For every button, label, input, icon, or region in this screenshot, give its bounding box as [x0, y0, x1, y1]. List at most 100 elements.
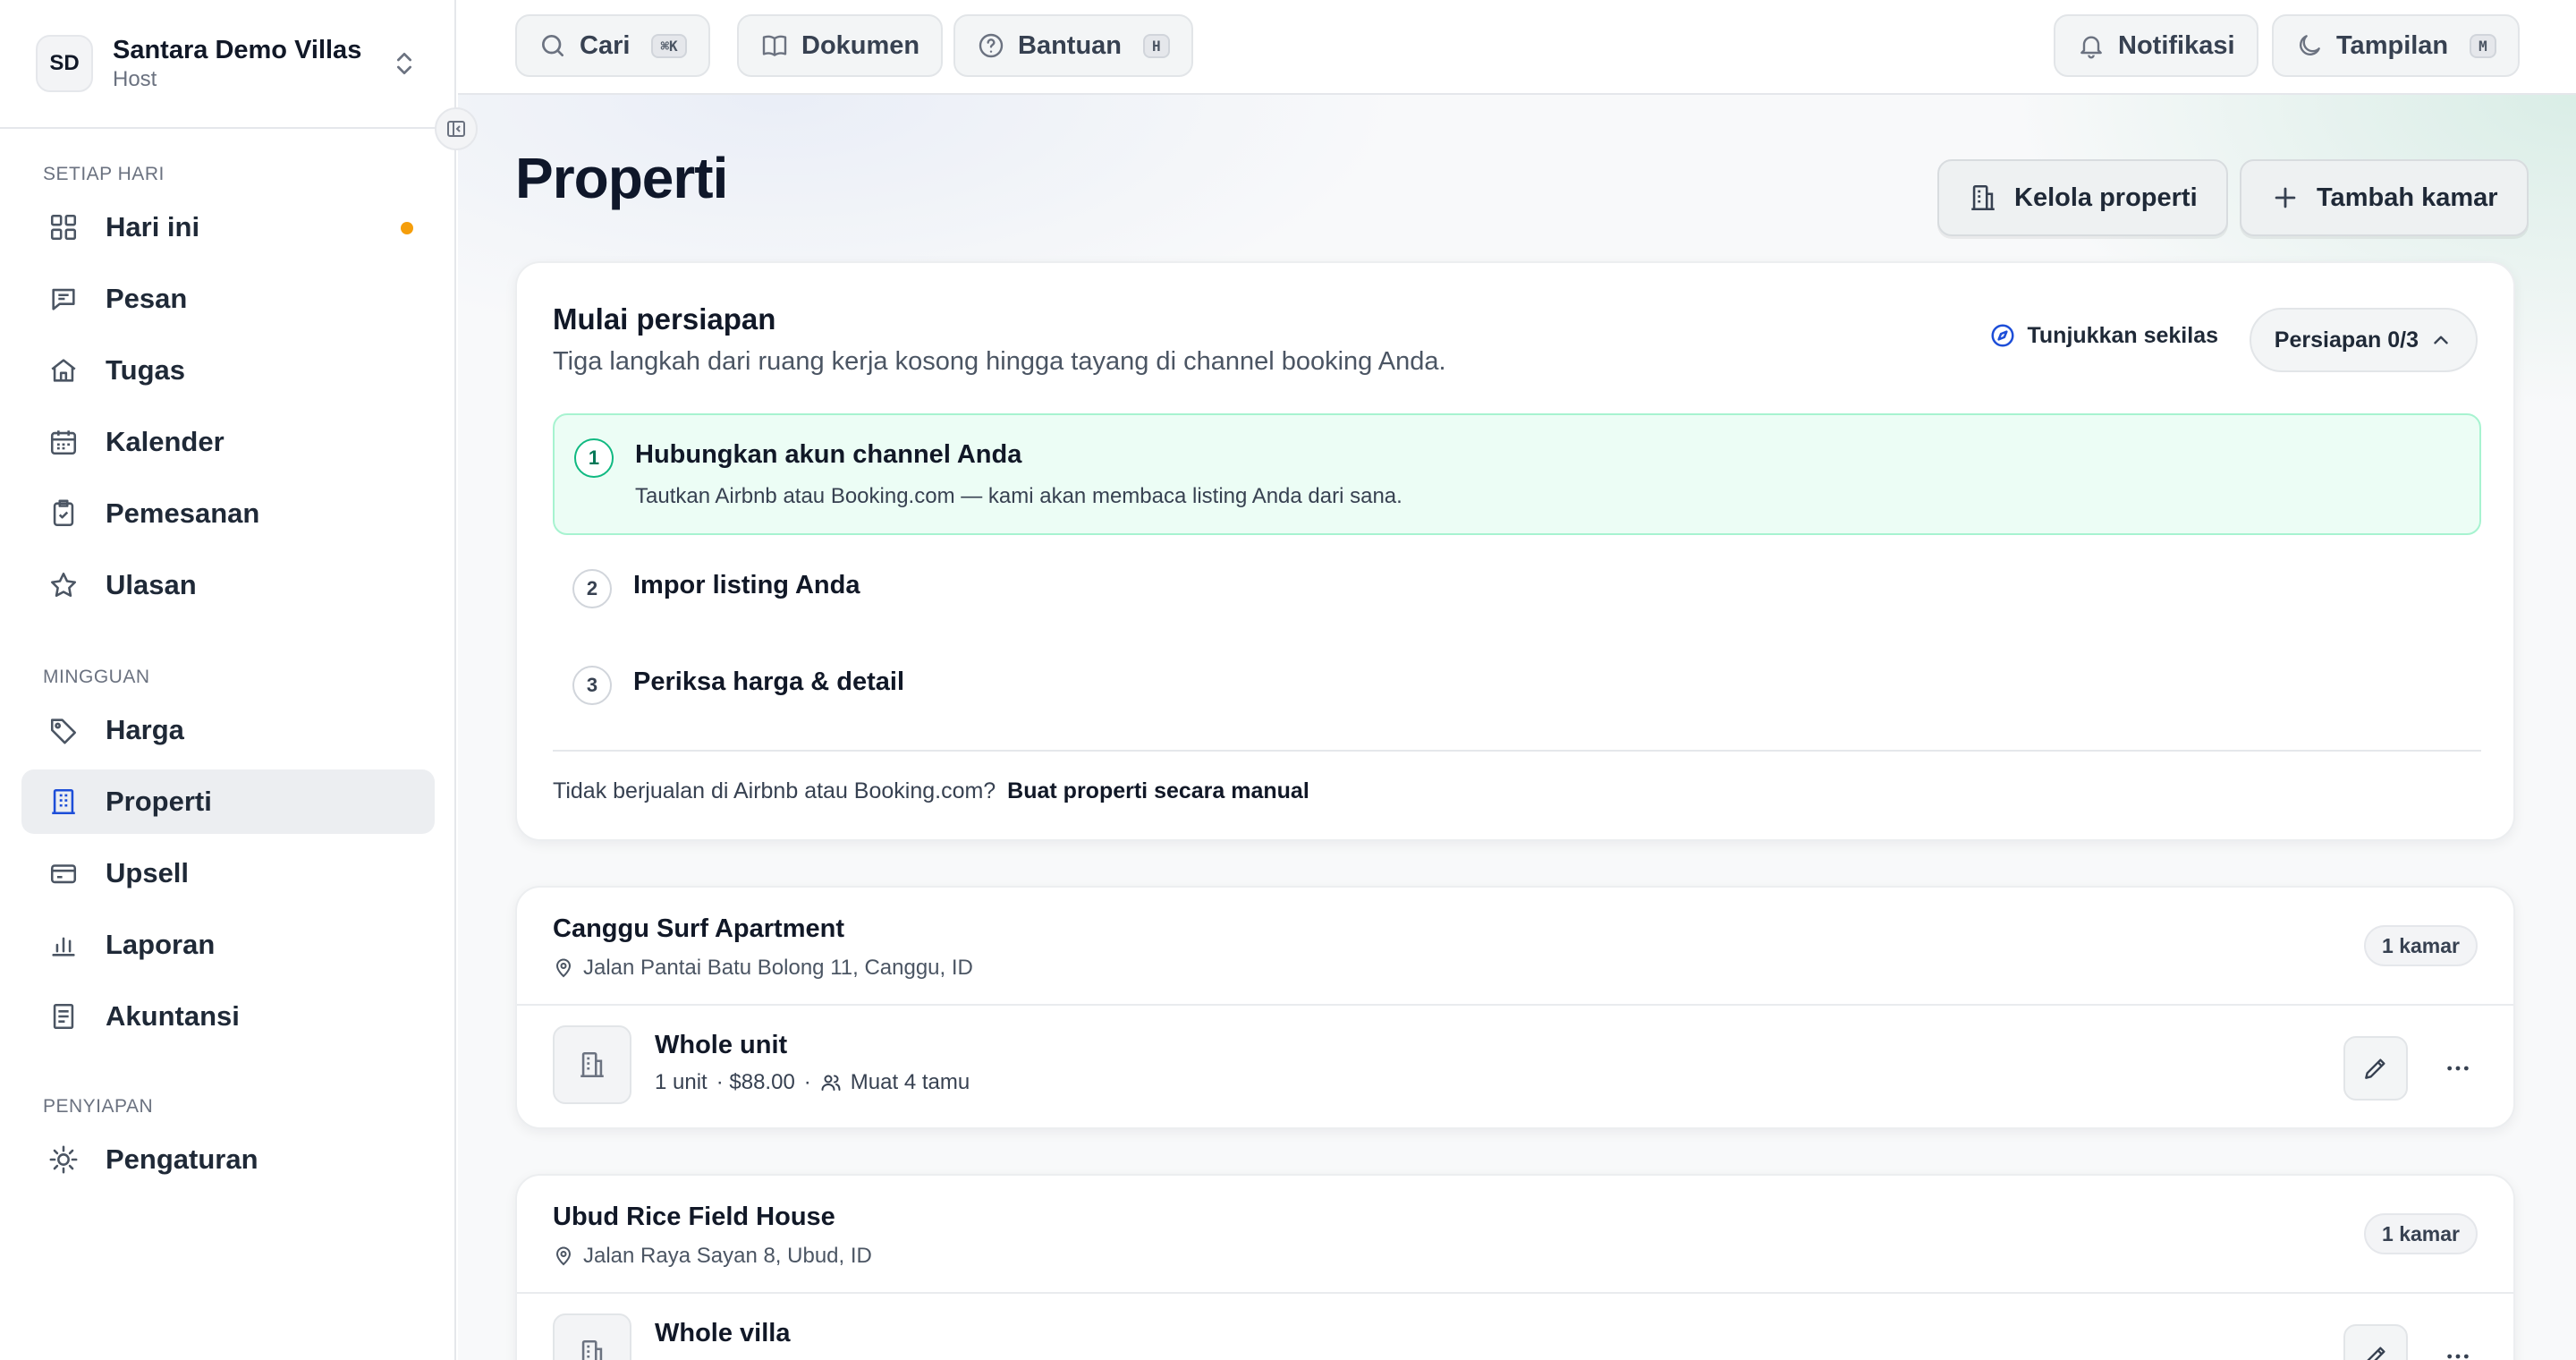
- property-divider: [517, 1292, 2513, 1294]
- sidebar-item-pengaturan[interactable]: Pengaturan: [21, 1127, 435, 1192]
- bar-chart-icon: [52, 937, 75, 956]
- step-number: 3: [572, 666, 612, 705]
- sidebar-item-label: Kalender: [106, 426, 225, 457]
- moon-icon: [2300, 35, 2320, 55]
- setup-step-1[interactable]: 1 Hubungkan akun channel Anda Tautkan Ai…: [553, 413, 2481, 535]
- room-meta: 1 unit · $88.00 · Muat 4 tamu: [655, 1070, 970, 1095]
- building-icon: [1971, 184, 1995, 211]
- step-title: Impor listing Anda: [633, 571, 860, 599]
- setup-divider: [553, 750, 2481, 752]
- pencil-icon: [2365, 1058, 2385, 1079]
- sidebar-item-ulasan[interactable]: Ulasan: [21, 553, 435, 617]
- card-icon: [50, 864, 77, 884]
- add-room-label: Tambah kamar: [2317, 183, 2498, 212]
- sidebar-item-tugas[interactable]: Tugas: [21, 338, 435, 403]
- room-more-button[interactable]: [2438, 1050, 2478, 1086]
- sidebar-item-label: Akuntansi: [106, 1000, 240, 1032]
- search-button[interactable]: Cari ⌘K: [515, 14, 710, 77]
- workspace-switcher[interactable]: SD Santara Demo Villas Host: [0, 0, 454, 129]
- sidebar-item-pemesanan[interactable]: Pemesanan: [21, 481, 435, 546]
- map-pin-icon: [555, 1246, 572, 1266]
- step-number: 1: [574, 438, 614, 478]
- notifications-label: Notifikasi: [2118, 30, 2235, 60]
- room-units: 1 unit: [655, 1070, 708, 1094]
- sidebar-item-kalender[interactable]: Kalender: [21, 410, 435, 474]
- setup-progress-toggle[interactable]: Persiapan 0/3: [2249, 308, 2478, 372]
- setup-subtitle: Tiga langkah dari ruang kerja kosong hin…: [553, 347, 1446, 376]
- sidebar-item-properti[interactable]: Properti: [21, 769, 435, 834]
- setup-title: Mulai persiapan: [553, 302, 776, 336]
- help-label: Bantuan: [1018, 30, 1122, 60]
- step-number: 2: [572, 569, 612, 608]
- property-address-text: Jalan Pantai Batu Bolong 11, Canggu, ID: [583, 956, 973, 980]
- step-body: Hubungkan akun channel Anda Tautkan Airb…: [635, 440, 1402, 509]
- top-bar: Cari ⌘K Dokumen Bantuan H Notifikasi Tam…: [458, 0, 2576, 95]
- room-thumbnail: [553, 1025, 631, 1104]
- add-room-button[interactable]: Tambah kamar: [2240, 159, 2529, 236]
- sidebar-item-akuntansi[interactable]: Akuntansi: [21, 984, 435, 1049]
- building-icon: [52, 788, 75, 815]
- manage-properties-label: Kelola properti: [2014, 183, 2198, 212]
- appearance-shortcut: M: [2470, 33, 2496, 58]
- appearance-button[interactable]: Tampilan M: [2272, 14, 2520, 77]
- setup-card: Mulai persiapan Tiga langkah dari ruang …: [515, 261, 2515, 841]
- chevron-up-icon: [2434, 336, 2448, 344]
- property-address-text: Jalan Raya Sayan 8, Ubud, ID: [583, 1244, 872, 1268]
- sidebar-item-laporan[interactable]: Laporan: [21, 913, 435, 977]
- nav-section-daily: SETIAP HARI Hari ini Pesan Tugas Kalende…: [21, 161, 435, 617]
- room-more-button[interactable]: [2438, 1339, 2478, 1360]
- search-shortcut: ⌘K: [651, 33, 687, 58]
- appearance-label: Tampilan: [2336, 30, 2449, 60]
- sidebar-item-pesan[interactable]: Pesan: [21, 267, 435, 331]
- room-name[interactable]: Whole villa: [655, 1319, 790, 1348]
- workspace-text: Santara Demo Villas Host: [113, 34, 390, 93]
- room-name[interactable]: Whole unit: [655, 1031, 787, 1060]
- workspace-role: Host: [113, 67, 157, 91]
- meta-separator: ·: [803, 1070, 811, 1094]
- setup-progress-label: Persiapan 0/3: [2274, 327, 2419, 353]
- grid-icon: [50, 214, 77, 241]
- collapse-sidebar-button[interactable]: [435, 107, 478, 150]
- sidebar-item-label: Pemesanan: [106, 497, 260, 529]
- sidebar-item-hari-ini[interactable]: Hari ini: [21, 195, 435, 259]
- setup-step-2[interactable]: 2 Impor listing Anda: [553, 569, 2481, 608]
- nav-section-setup: PENYIAPAN Pengaturan: [21, 1093, 435, 1192]
- property-address: Jalan Raya Sayan 8, Ubud, ID: [553, 1244, 872, 1269]
- property-name[interactable]: Ubud Rice Field House: [553, 1203, 835, 1232]
- room-guests: Muat 4 tamu: [850, 1070, 970, 1094]
- notifications-button[interactable]: Notifikasi: [2054, 14, 2258, 77]
- building-icon: [581, 1339, 603, 1360]
- docs-label: Dokumen: [801, 30, 920, 60]
- sidebar-collapse-icon: [447, 121, 465, 137]
- property-address: Jalan Pantai Batu Bolong 11, Canggu, ID: [553, 956, 973, 981]
- manual-create-row: Tidak berjualan di Airbnb atau Booking.c…: [553, 778, 1309, 804]
- main-content: Properti Kelola properti Tambah kamar Mu…: [458, 95, 2576, 1360]
- book-icon: [762, 35, 787, 56]
- show-glance-button[interactable]: Tunjukkan sekilas: [1989, 322, 2218, 349]
- sidebar-item-harga[interactable]: Harga: [21, 698, 435, 762]
- calendar-icon: [50, 430, 77, 455]
- sidebar: SD Santara Demo Villas Host SETIAP HARI …: [0, 0, 456, 1360]
- docs-button[interactable]: Dokumen: [737, 14, 944, 77]
- compass-icon: [1991, 324, 2014, 347]
- sidebar-item-label: Harga: [106, 714, 184, 745]
- setup-step-3[interactable]: 3 Periksa harga & detail: [553, 666, 2481, 705]
- room-count-badge: 1 kamar: [2364, 925, 2478, 966]
- show-glance-label: Tunjukkan sekilas: [2027, 322, 2218, 348]
- manual-create-link[interactable]: Buat properti secara manual: [1007, 778, 1309, 803]
- building-icon: [580, 1051, 604, 1078]
- edit-room-button[interactable]: [2343, 1324, 2408, 1360]
- sun-gear-icon: [49, 1145, 78, 1174]
- map-pin-icon: [555, 958, 572, 978]
- sidebar-item-label: Pengaturan: [106, 1143, 258, 1175]
- edit-room-button[interactable]: [2343, 1036, 2408, 1101]
- notification-dot: [401, 222, 413, 234]
- sidebar-item-upsell[interactable]: Upsell: [21, 841, 435, 905]
- pencil-icon: [2367, 1347, 2385, 1360]
- manage-properties-button[interactable]: Kelola properti: [1937, 159, 2228, 236]
- star-icon: [50, 572, 77, 598]
- help-button[interactable]: Bantuan H: [953, 14, 1193, 77]
- property-name[interactable]: Canggu Surf Apartment: [553, 914, 844, 944]
- sidebar-item-label: Hari ini: [106, 211, 200, 242]
- help-shortcut: H: [1143, 33, 1170, 58]
